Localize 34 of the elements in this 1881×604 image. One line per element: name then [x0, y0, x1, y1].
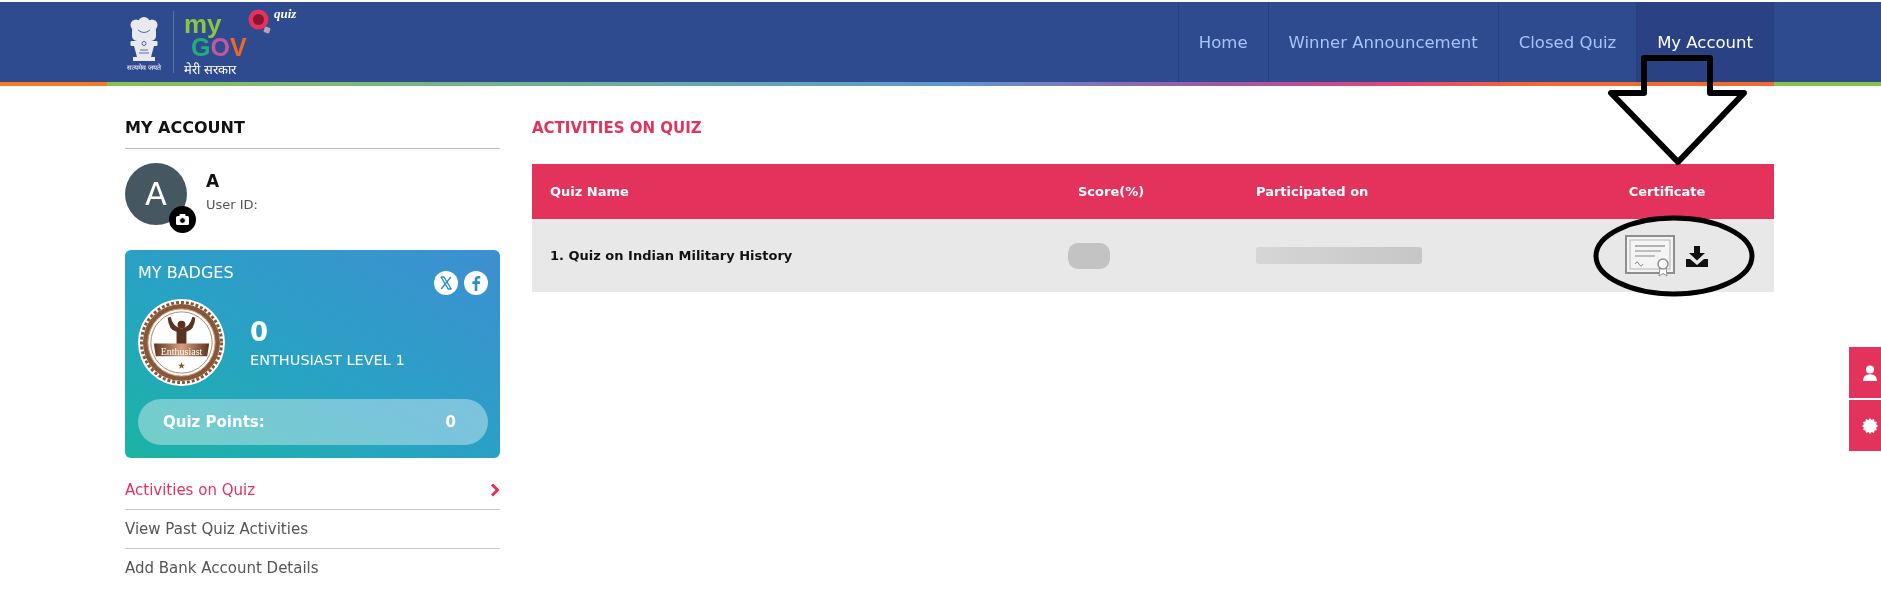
column-header: Certificate: [1627, 184, 1707, 199]
user-icon: [1862, 364, 1878, 381]
seal-icon: [1862, 417, 1878, 434]
sidebar-menu-item[interactable]: View Past Quiz Activities: [125, 510, 500, 549]
logo-tagline: मेरी सरकार: [184, 60, 237, 78]
f-share-icon[interactable]: [464, 271, 488, 295]
badge-level: ENTHUSIAST LEVEL 1: [250, 350, 405, 370]
x-share-icon[interactable]: [434, 271, 458, 295]
badge-points: 0: [250, 315, 270, 348]
sidebar-menu-item[interactable]: Add Bank Account Details: [125, 549, 500, 587]
sidebar-title: MY ACCOUNT: [125, 116, 500, 149]
certificate-icon[interactable]: [1625, 234, 1675, 277]
user-id-label: User ID:: [206, 196, 258, 214]
sidebar-menu-item[interactable]: Activities on Quiz: [125, 471, 500, 510]
chevron-right-icon: [490, 483, 500, 497]
download-icon[interactable]: [1685, 244, 1709, 267]
column-header: Participated on: [1255, 184, 1370, 199]
quiz-points-value: 0: [445, 413, 456, 431]
nav-link[interactable]: My Account: [1637, 2, 1774, 82]
column-header: Quiz Name: [549, 184, 630, 199]
column-header: Score(%): [1077, 184, 1146, 199]
user-name: A: [206, 170, 221, 192]
avatar: A: [125, 163, 187, 225]
quiz-points-label: Quiz Points:: [163, 413, 265, 431]
camera-icon[interactable]: [169, 206, 196, 233]
logo-quiz-text: quiz: [274, 5, 297, 22]
profile-side-button[interactable]: [1849, 347, 1881, 398]
emblem-icon: [128, 15, 160, 64]
badges-title: MY BADGES: [138, 263, 234, 283]
badge-ribbon-label: Enthusiast: [159, 346, 204, 358]
section-title: ACTIVITIES ON QUIZ: [532, 118, 703, 139]
q-logo-icon: [248, 8, 272, 35]
badge-side-button[interactable]: [1849, 400, 1881, 451]
quiz-name-cell-text: 1. Quiz on Indian Military History: [549, 248, 794, 263]
